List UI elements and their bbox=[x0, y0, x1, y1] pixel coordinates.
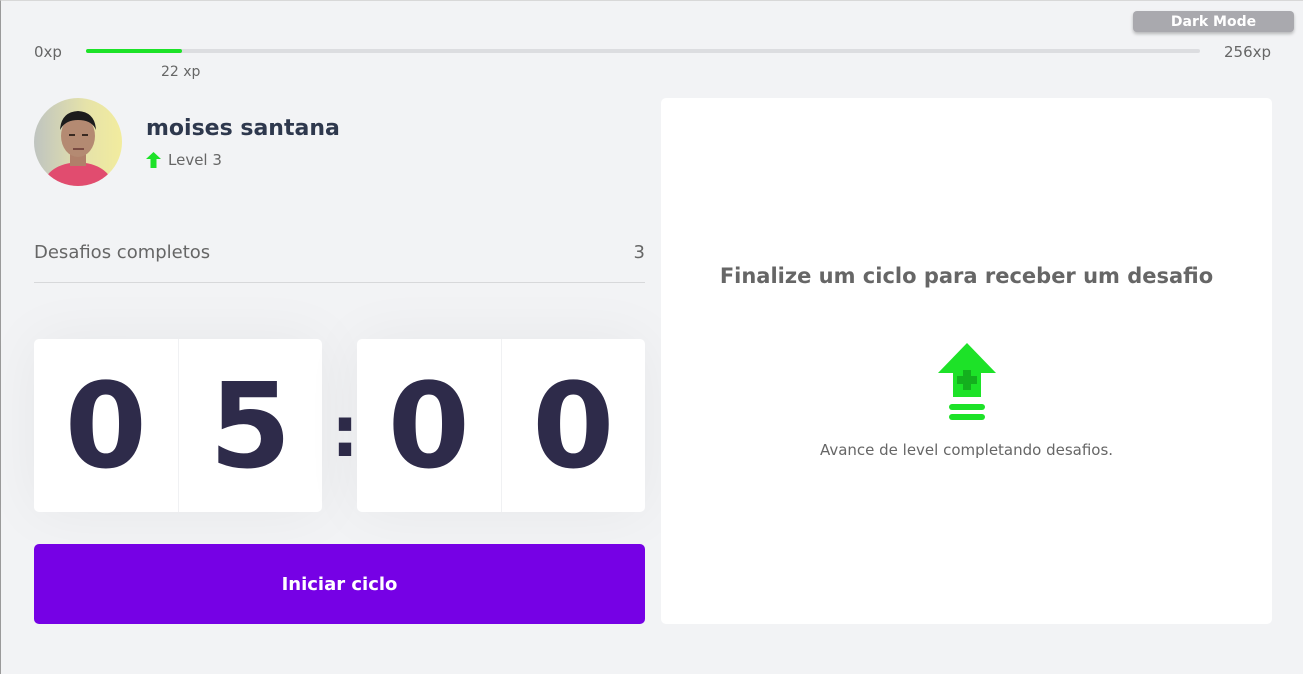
second-tens-digit: 0 bbox=[357, 339, 502, 512]
dark-mode-toggle[interactable]: Dark Mode bbox=[1133, 11, 1294, 32]
xp-min-label: 0xp bbox=[34, 43, 62, 61]
challenge-box: Finalize um ciclo para receber um desafi… bbox=[661, 98, 1272, 624]
xp-progress-bar bbox=[86, 49, 1200, 53]
user-name: moises santana bbox=[146, 116, 340, 141]
countdown-seconds: 0 0 bbox=[357, 339, 645, 512]
avatar bbox=[34, 98, 122, 186]
level-label: Level 3 bbox=[168, 151, 222, 169]
challenge-box-hint: Avance de level completando desafios. bbox=[819, 441, 1114, 459]
xp-current-label: 22 xp bbox=[161, 64, 201, 80]
level-indicator: Level 3 bbox=[146, 151, 222, 169]
level-up-icon bbox=[938, 343, 996, 420]
completed-challenges-label: Desafios completos bbox=[34, 242, 211, 263]
completed-challenges-count: 3 bbox=[633, 242, 645, 263]
countdown-minutes: 0 5 bbox=[34, 339, 322, 512]
completed-challenges: Desafios completos 3 bbox=[34, 242, 645, 263]
countdown-separator: : bbox=[331, 391, 359, 473]
second-ones-digit: 0 bbox=[532, 356, 615, 495]
minute-ones-digit: 5 bbox=[209, 356, 292, 495]
xp-progress-fill bbox=[86, 49, 182, 53]
divider bbox=[34, 282, 645, 283]
xp-max-label: 256xp bbox=[1224, 43, 1272, 61]
minute-tens-digit: 0 bbox=[34, 339, 179, 512]
arrow-up-icon bbox=[146, 152, 161, 168]
challenge-box-title: Finalize um ciclo para receber um desafi… bbox=[719, 264, 1214, 288]
start-cycle-button[interactable]: Iniciar ciclo bbox=[34, 544, 645, 624]
